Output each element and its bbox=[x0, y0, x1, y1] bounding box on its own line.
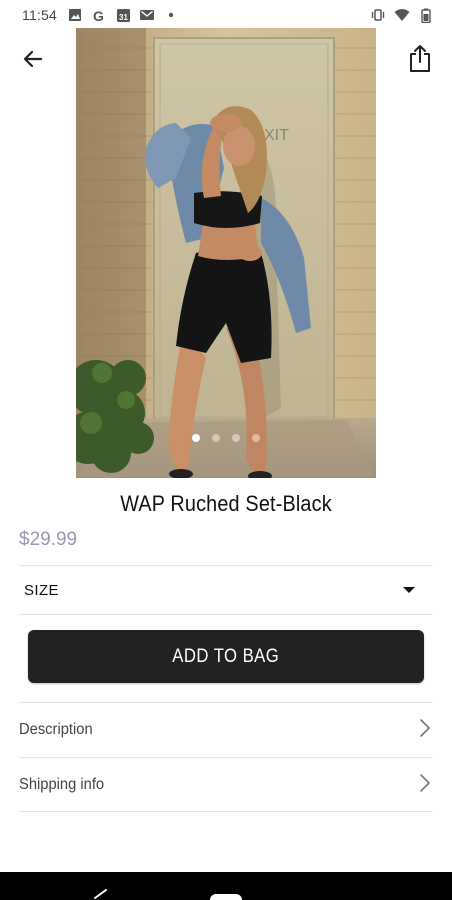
notification-icons: G 31 bbox=[67, 7, 179, 23]
chevron-right-icon bbox=[419, 718, 431, 743]
vibrate-icon bbox=[370, 7, 386, 23]
carousel-dot[interactable] bbox=[212, 434, 220, 442]
carousel-dot[interactable] bbox=[192, 434, 200, 442]
arrow-left-icon bbox=[22, 48, 44, 75]
svg-text:XIT: XIT bbox=[264, 127, 289, 144]
dot-icon bbox=[163, 7, 179, 23]
description-label: Description bbox=[19, 721, 93, 738]
shipping-info-row[interactable]: Shipping info bbox=[19, 758, 433, 812]
svg-text:31: 31 bbox=[119, 13, 128, 22]
battery-icon bbox=[418, 7, 434, 23]
status-time: 11:54 bbox=[22, 7, 57, 23]
wifi-icon bbox=[394, 7, 410, 23]
carousel-dot[interactable] bbox=[252, 434, 260, 442]
product-photo: XIT bbox=[76, 28, 376, 478]
system-nav-bar bbox=[0, 872, 452, 900]
divider bbox=[19, 614, 433, 615]
home-pill-icon[interactable] bbox=[210, 894, 242, 900]
status-left: 11:54 G 31 bbox=[22, 7, 179, 23]
size-label: SIZE bbox=[24, 581, 59, 599]
product-image-carousel[interactable]: XIT bbox=[76, 28, 376, 478]
share-icon bbox=[408, 43, 432, 78]
back-button[interactable] bbox=[16, 44, 50, 78]
system-back-icon[interactable] bbox=[92, 888, 108, 900]
description-row[interactable]: Description bbox=[19, 703, 433, 757]
carousel-indicator bbox=[76, 434, 376, 442]
carousel-dot[interactable] bbox=[232, 434, 240, 442]
product-price: $29.99 bbox=[19, 529, 78, 550]
product-title: WAP Ruched Set-Black bbox=[120, 491, 332, 516]
status-bar: 11:54 G 31 bbox=[0, 0, 452, 30]
shipping-info-label: Shipping info bbox=[19, 776, 105, 793]
calendar-icon: 31 bbox=[115, 7, 131, 23]
caret-down-icon bbox=[403, 587, 415, 593]
share-button[interactable] bbox=[402, 42, 438, 78]
divider bbox=[19, 811, 433, 812]
gmail-icon bbox=[139, 7, 155, 23]
google-icon: G bbox=[91, 7, 107, 23]
image-icon bbox=[67, 7, 83, 23]
svg-text:G: G bbox=[93, 8, 104, 23]
add-to-bag-label: ADD TO BAG bbox=[172, 645, 280, 667]
chevron-right-icon bbox=[419, 773, 431, 798]
system-icons bbox=[370, 7, 434, 23]
add-to-bag-button[interactable]: ADD TO BAG bbox=[28, 630, 424, 683]
size-selector[interactable]: SIZE bbox=[19, 566, 433, 614]
